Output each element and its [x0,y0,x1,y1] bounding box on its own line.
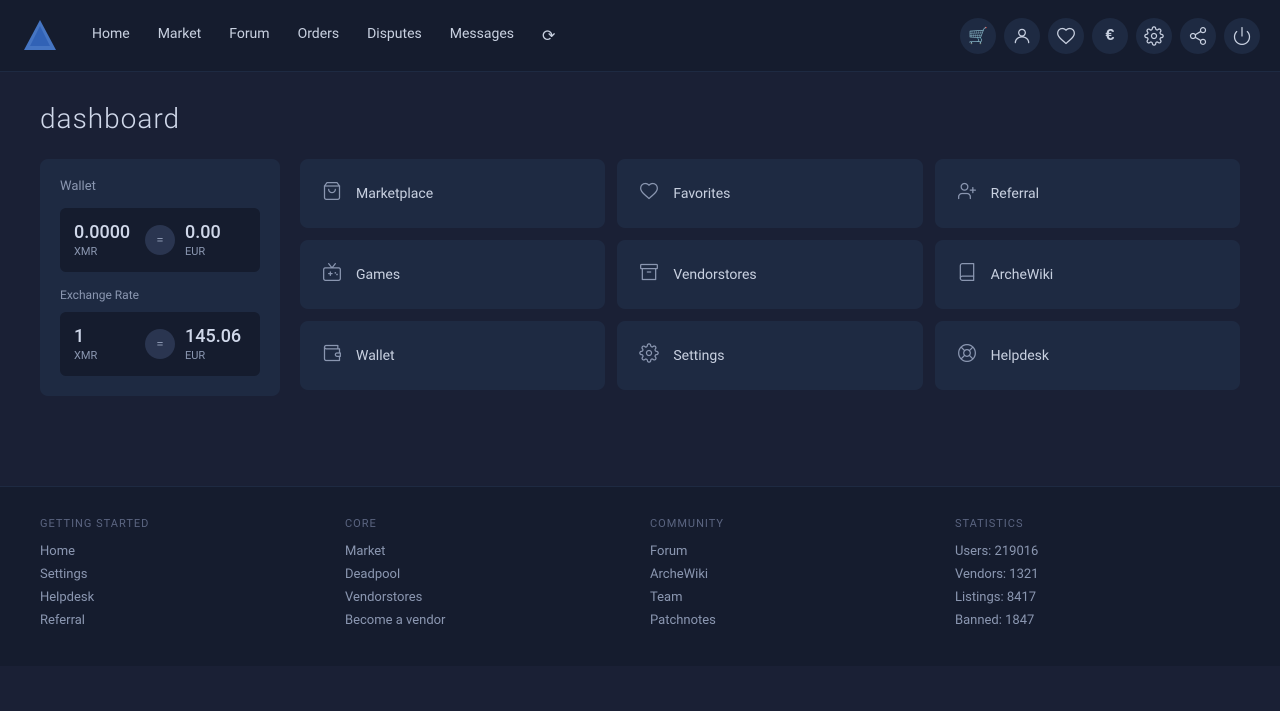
exchange-eur-currency: EUR [185,349,246,362]
helpdesk-icon [955,343,979,368]
footer-community-title: COMMUNITY [650,517,935,530]
games-icon [320,262,344,287]
cart-button[interactable]: 🛒 [960,18,996,54]
footer-link-team[interactable]: Team [650,590,935,605]
xmr-amount: 0.0000 [74,222,135,243]
vendorstores-card[interactable]: Vendorstores [617,240,922,309]
footer-link-become-vendor[interactable]: Become a vendor [345,613,630,628]
nav-links: Home Market Forum Orders Disputes Messag… [80,20,960,52]
logo[interactable] [20,16,60,56]
footer-getting-started-title: GETTING STARTED [40,517,325,530]
footer-link-helpdesk[interactable]: Helpdesk [40,590,325,605]
wallet-nav-card[interactable]: Wallet [300,321,605,390]
footer-statistics-title: STATISTICS [955,517,1240,530]
footer-core: CORE Market Deadpool Vendorstores Become… [345,517,630,636]
footer-link-deadpool[interactable]: Deadpool [345,567,630,582]
exchange-row: 1 XMR = 145.06 EUR [60,312,260,376]
wallet-nav-icon [320,343,344,368]
navbar: Home Market Forum Orders Disputes Messag… [0,0,1280,72]
share-button[interactable] [1180,18,1216,54]
grid-cards: Marketplace Favorites Referral [300,159,1240,390]
xmr-currency: XMR [74,245,135,258]
favorites-card[interactable]: Favorites [617,159,922,228]
nav-link-forum[interactable]: Forum [217,20,281,52]
footer-link-home[interactable]: Home [40,544,325,559]
wallet-label: Wallet [60,179,260,194]
marketplace-icon [320,181,344,206]
vendorstores-label: Vendorstores [673,267,756,283]
nav-link-home[interactable]: Home [80,20,142,52]
referral-icon [955,181,979,206]
footer-core-title: CORE [345,517,630,530]
helpdesk-label: Helpdesk [991,348,1049,364]
marketplace-card[interactable]: Marketplace [300,159,605,228]
refresh-button[interactable]: ⟳ [530,20,567,52]
exchange-xmr-currency: XMR [74,349,135,362]
exchange-eur: 145.06 EUR [185,326,246,362]
nav-link-orders[interactable]: Orders [286,20,352,52]
footer-link-patchnotes[interactable]: Patchnotes [650,613,935,628]
stat-vendors: Vendors: 1321 [955,567,1240,582]
archewiki-icon [955,262,979,287]
nav-link-disputes[interactable]: Disputes [355,20,434,52]
exchange-xmr-amount: 1 [74,326,135,347]
eur-balance: 0.00 EUR [185,222,246,258]
wallet-nav-label: Wallet [356,348,395,364]
gear-button[interactable] [1136,18,1172,54]
footer-community: COMMUNITY Forum ArcheWiki Team Patchnote… [650,517,935,636]
main-content: dashboard Wallet 0.0000 XMR = 0.00 EUR E… [0,72,1280,426]
page-title: dashboard [40,102,1240,135]
wallet-panel: Wallet 0.0000 XMR = 0.00 EUR Exchange Ra… [40,159,280,396]
footer-link-forum[interactable]: Forum [650,544,935,559]
exchange-eur-amount: 145.06 [185,326,246,347]
footer-getting-started: GETTING STARTED Home Settings Helpdesk R… [40,517,325,636]
games-label: Games [356,267,400,283]
footer-link-settings[interactable]: Settings [40,567,325,582]
balance-row: 0.0000 XMR = 0.00 EUR [60,208,260,272]
eur-amount: 0.00 [185,222,246,243]
archewiki-label: ArcheWiki [991,267,1054,283]
settings-icon [637,343,661,368]
eur-currency: EUR [185,245,246,258]
footer-link-referral[interactable]: Referral [40,613,325,628]
exchange-equals: = [145,329,175,359]
grid-section: Marketplace Favorites Referral [300,159,1240,396]
nav-right-icons: 🛒 € [960,18,1260,54]
referral-label: Referral [991,186,1039,202]
nav-link-messages[interactable]: Messages [438,20,526,52]
stat-listings: Listings: 8417 [955,590,1240,605]
archewiki-card[interactable]: ArcheWiki [935,240,1240,309]
footer-link-vendorstores[interactable]: Vendorstores [345,590,630,605]
favorites-button[interactable] [1048,18,1084,54]
helpdesk-card[interactable]: Helpdesk [935,321,1240,390]
referral-card[interactable]: Referral [935,159,1240,228]
favorites-label: Favorites [673,186,730,202]
vendorstores-icon [637,262,661,287]
marketplace-label: Marketplace [356,186,433,202]
currency-button[interactable]: € [1092,18,1128,54]
footer-link-market[interactable]: Market [345,544,630,559]
exchange-label: Exchange Rate [60,288,260,302]
favorites-icon [637,181,661,206]
settings-card[interactable]: Settings [617,321,922,390]
footer-statistics: STATISTICS Users: 219016 Vendors: 1321 L… [955,517,1240,636]
footer-link-archewiki[interactable]: ArcheWiki [650,567,935,582]
nav-link-market[interactable]: Market [146,20,214,52]
exchange-xmr: 1 XMR [74,326,135,362]
user-button[interactable] [1004,18,1040,54]
stat-banned: Banned: 1847 [955,613,1240,628]
games-card[interactable]: Games [300,240,605,309]
equals-badge: = [145,225,175,255]
dashboard-body: Wallet 0.0000 XMR = 0.00 EUR Exchange Ra… [40,159,1240,396]
settings-label: Settings [673,348,724,364]
xmr-balance: 0.0000 XMR [74,222,135,258]
stat-users: Users: 219016 [955,544,1240,559]
power-button[interactable] [1224,18,1260,54]
footer: GETTING STARTED Home Settings Helpdesk R… [0,486,1280,666]
